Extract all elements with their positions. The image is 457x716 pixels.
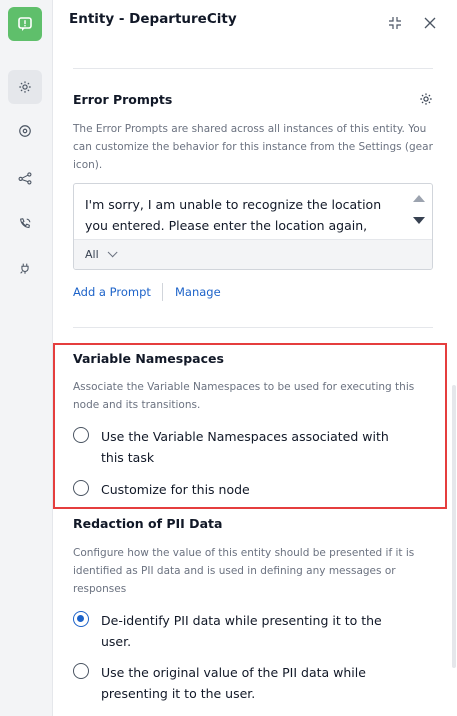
- connections-nav-icon[interactable]: [8, 161, 42, 195]
- radio-label: De-identify PII data while presenting it…: [101, 613, 382, 649]
- manage-link[interactable]: Manage: [175, 285, 221, 299]
- radio-label: Customize for this node: [101, 482, 250, 497]
- divider: [73, 327, 433, 328]
- radio-button[interactable]: [73, 611, 89, 627]
- language-filter-value: All: [85, 248, 99, 261]
- radio-label: Use the Variable Namespaces associated w…: [101, 429, 389, 465]
- error-prompt-text[interactable]: I'm sorry, I am unable to recognize the …: [85, 194, 395, 238]
- voice-call-nav-icon[interactable]: [8, 207, 42, 241]
- pii-redaction-description: Configure how the value of this entity s…: [73, 547, 415, 595]
- pii-redaction-title: Redaction of PII Data: [73, 516, 223, 531]
- gear-icon[interactable]: [419, 91, 435, 107]
- radio-label: Use the original value of the PII data w…: [101, 665, 366, 701]
- error-prompts-description: The Error Prompts are shared across all …: [73, 123, 433, 171]
- chat-bot-icon[interactable]: [8, 7, 42, 41]
- divider: [73, 68, 433, 69]
- scroll-up-icon[interactable]: [413, 195, 425, 202]
- panel-content: Error Prompts The Error Prompts are shar…: [53, 48, 457, 716]
- radio-option-deidentify-pii[interactable]: De-identify PII data while presenting it…: [73, 610, 437, 652]
- target-nav-icon[interactable]: [8, 114, 42, 148]
- close-icon[interactable]: [420, 13, 440, 33]
- radio-option-original-pii[interactable]: Use the original value of the PII data w…: [73, 662, 437, 704]
- scroll-down-icon[interactable]: [413, 217, 425, 224]
- link-separator: [162, 283, 163, 301]
- radio-button[interactable]: [73, 663, 89, 679]
- chevron-down-icon: [107, 247, 118, 258]
- settings-nav-icon[interactable]: [8, 70, 42, 104]
- variable-namespaces-description: Associate the Variable Namespaces to be …: [73, 381, 415, 411]
- radio-button[interactable]: [73, 427, 89, 443]
- plug-nav-icon[interactable]: [8, 251, 42, 285]
- radio-option-task-namespaces[interactable]: Use the Variable Namespaces associated w…: [73, 426, 437, 468]
- language-filter[interactable]: All: [74, 239, 432, 269]
- error-prompt-editor[interactable]: I'm sorry, I am unable to recognize the …: [73, 183, 433, 270]
- panel-header: Entity - DepartureCity: [53, 0, 457, 48]
- radio-button[interactable]: [73, 480, 89, 496]
- collapse-icon[interactable]: [385, 13, 405, 33]
- add-prompt-link[interactable]: Add a Prompt: [73, 285, 151, 299]
- variable-namespaces-title: Variable Namespaces: [73, 351, 224, 366]
- page-title: Entity - DepartureCity: [69, 11, 237, 27]
- left-rail: [0, 0, 53, 716]
- content-scrollbar[interactable]: [452, 385, 456, 668]
- error-prompts-title: Error Prompts: [73, 92, 173, 107]
- radio-option-customize-node[interactable]: Customize for this node: [73, 479, 437, 500]
